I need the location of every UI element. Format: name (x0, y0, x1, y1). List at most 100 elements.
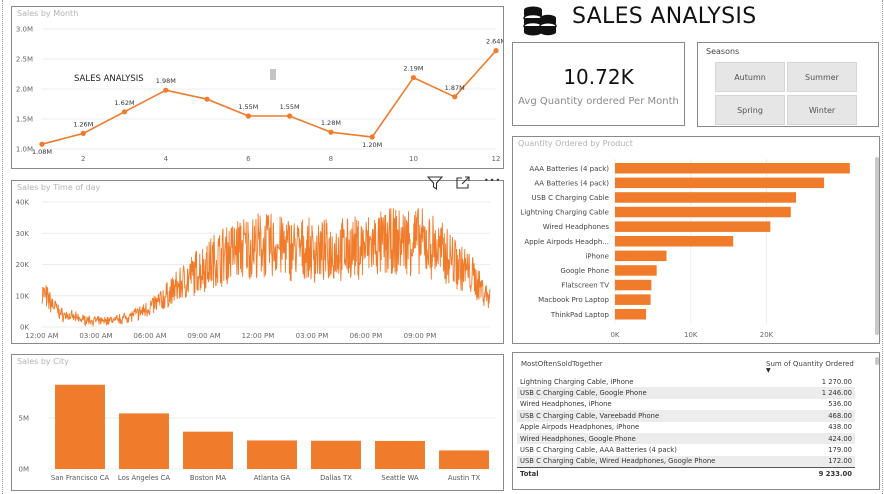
table-row[interactable]: Lightning Charging Cable, iPhone 1 270.00 (517, 376, 855, 387)
city-label: San Francisco CA (51, 474, 110, 482)
table-row[interactable]: USB C Charging Cable, AAA Batteries (4 p… (517, 444, 855, 455)
y-tick-label: 1.0M (16, 146, 33, 154)
quantity-by-product-chart: 0K 10K 20K AAA Batteries (4 pack) AA Batteri… (520, 159, 850, 339)
focus-mode-icon[interactable] (455, 176, 471, 190)
product-label: Flatscreen TV (561, 282, 609, 290)
x-tick-label: 06:00 PM (350, 332, 383, 340)
sort-descending-icon[interactable]: ▼ (766, 367, 771, 374)
table-row[interactable]: Wired Headphones, iPhone 536.00 (517, 399, 855, 410)
x-tick-label: 12 (492, 155, 501, 163)
product-combo-cell: Wired Headphones, Google Phone (517, 432, 800, 445)
city-bar (375, 440, 425, 469)
month-data-label: 1.20M (362, 141, 382, 149)
city-bar (247, 440, 297, 469)
season-spring-button[interactable]: Spring (715, 95, 785, 125)
table-row[interactable]: USB C Charging Cable, Wired Headphones, … (517, 455, 855, 468)
seasons-slicer[interactable]: Seasons Autumn Summer Spring Winter (697, 42, 879, 127)
x-tick-label: 09:00 PM (404, 332, 437, 340)
city-label: Los Angeles CA (118, 474, 170, 482)
sales-by-month-chart: 3.0M 2.5M 2.0M 1.5M 1.0M 2 4 6 8 10 12 1.08M 1.26M 1.… (16, 26, 503, 164)
x-tick-label: 06:00 AM (133, 332, 166, 340)
table-header-product-combo[interactable]: MostOftenSoldTogether (521, 360, 603, 368)
month-point (80, 130, 86, 136)
table-header-quantity[interactable]: Sum of Quantity Ordered (766, 360, 854, 368)
season-winter-button[interactable]: Winter (787, 95, 857, 125)
month-point (410, 75, 417, 81)
month-data-label: 2.64M (486, 38, 503, 46)
month-data-label: 2.19M (403, 65, 423, 73)
table-total-row: Total 9 233.00 (517, 467, 855, 480)
y-tick-label: 0M (19, 466, 30, 474)
month-data-label: 1.87M (445, 84, 465, 92)
more-options-icon[interactable]: ••• (484, 176, 501, 185)
product-bar (615, 206, 791, 218)
sold-together-table: Lightning Charging Cable, iPhone 1 270.00… (517, 376, 855, 480)
product-label: Apple Airpods Headph... (524, 238, 609, 246)
product-bar (615, 265, 657, 276)
x-tick-label: 10 (409, 155, 418, 163)
product-label: Lightning Charging Cable (520, 209, 609, 217)
quantity-cell: 438.00 (828, 423, 852, 432)
city-bar (55, 384, 105, 469)
product-combo-cell: Wired Headphones, iPhone (520, 400, 612, 409)
city-bar (439, 450, 489, 469)
sales-by-month-line (41, 50, 497, 145)
quantity-by-product-visual[interactable]: Quantity Ordered by Product 0K 10K 20K AAA … (512, 136, 880, 344)
y-tick-label: 2.5M (16, 56, 33, 64)
city-label: Atlanta GA (254, 474, 291, 482)
city-bar (119, 413, 169, 469)
month-data-label: 1.28M (321, 119, 341, 127)
table-row[interactable]: Wired Headphones, Google Phone 424.00 (517, 432, 855, 445)
product-label: ThinkPad Laptop (550, 311, 610, 319)
quantity-cell: 536.00 (828, 400, 852, 409)
x-tick-label: 20K (760, 331, 774, 339)
month-point (287, 113, 293, 119)
x-tick-label: 03:00 AM (79, 332, 112, 340)
month-data-label: 1.55M (238, 103, 258, 111)
sold-together-table-visual[interactable]: MostOftenSoldTogether Sum of Quantity Or… (512, 352, 880, 490)
filter-icon[interactable] (427, 176, 443, 190)
x-tick-label: 09:00 AM (187, 332, 220, 340)
product-label: Wired Headphones (543, 223, 610, 231)
x-tick-label: 6 (246, 155, 251, 163)
sales-by-time-chart: 40K 30K 20K 10K 0K12:00 AM 03:00 AM 06:00 AM 09… (16, 199, 491, 340)
season-summer-button[interactable]: Summer (787, 62, 857, 92)
table-row[interactable]: USB C Charging Cable, Vareebadd Phone 468… (517, 410, 855, 422)
resize-handle (270, 69, 276, 80)
month-point (328, 129, 334, 135)
city-label: Seattle WA (381, 474, 419, 482)
y-tick-label: 10K (16, 292, 30, 300)
city-label: Austin TX (448, 474, 481, 482)
product-bar (615, 192, 797, 203)
quantity-cell: 424.00 (799, 432, 855, 445)
month-data-label: 1.98M (156, 77, 176, 85)
report-title: SALES ANALYSIS (572, 4, 757, 29)
product-combo-cell: USB C Charging Cable, AAA Batteries (4 p… (520, 446, 677, 455)
product-combo-cell: USB C Charging Cable, Google Phone (517, 387, 800, 399)
table-row[interactable]: Apple Airpods Headphones, iPhone 438.00 (517, 422, 855, 433)
sales-by-city-visual[interactable]: Sales by City 5M 0M San Francisco CA Los An… (11, 354, 504, 491)
y-tick-label: 0K (20, 324, 29, 332)
kpi-value: 10.72K (563, 65, 634, 89)
city-label: Dallas TX (320, 474, 352, 482)
canvas-right-edge (882, 0, 883, 494)
product-bar (615, 250, 667, 262)
table-row[interactable]: USB C Charging Cable, Google Phone 1 246.… (517, 387, 855, 399)
kpi-card[interactable]: 10.72K Avg Quantity ordered Per Month (512, 42, 685, 126)
product-combo-cell: USB C Charging Cable, Wired Headphones, … (517, 455, 800, 468)
sales-by-time-visual[interactable]: Sales by Time of day 40K 30K 20K 10K 0K 12:00… (11, 180, 504, 344)
product-combo-cell: Lightning Charging Cable, iPhone (520, 377, 634, 386)
x-tick-label: 10K (684, 331, 698, 339)
product-label: Google Phone (560, 267, 609, 275)
total-label: Total (517, 467, 800, 480)
city-bar (183, 431, 233, 469)
quantity-cell: 1 246.00 (799, 387, 855, 399)
y-tick-label: 3.0M (16, 26, 33, 34)
product-scrollbar[interactable] (875, 157, 879, 335)
sales-by-month-visual[interactable]: Sales by Month 3.0M 2.5M 2.0M 1.5M 1.0M 2 4 6 8 1… (11, 6, 504, 169)
quantity-cell: 172.00 (799, 455, 855, 468)
season-autumn-button[interactable]: Autumn (715, 62, 785, 92)
x-tick-label: 12:00 AM (25, 332, 58, 340)
product-bar (615, 279, 652, 291)
table-scrollbar[interactable] (875, 357, 879, 365)
